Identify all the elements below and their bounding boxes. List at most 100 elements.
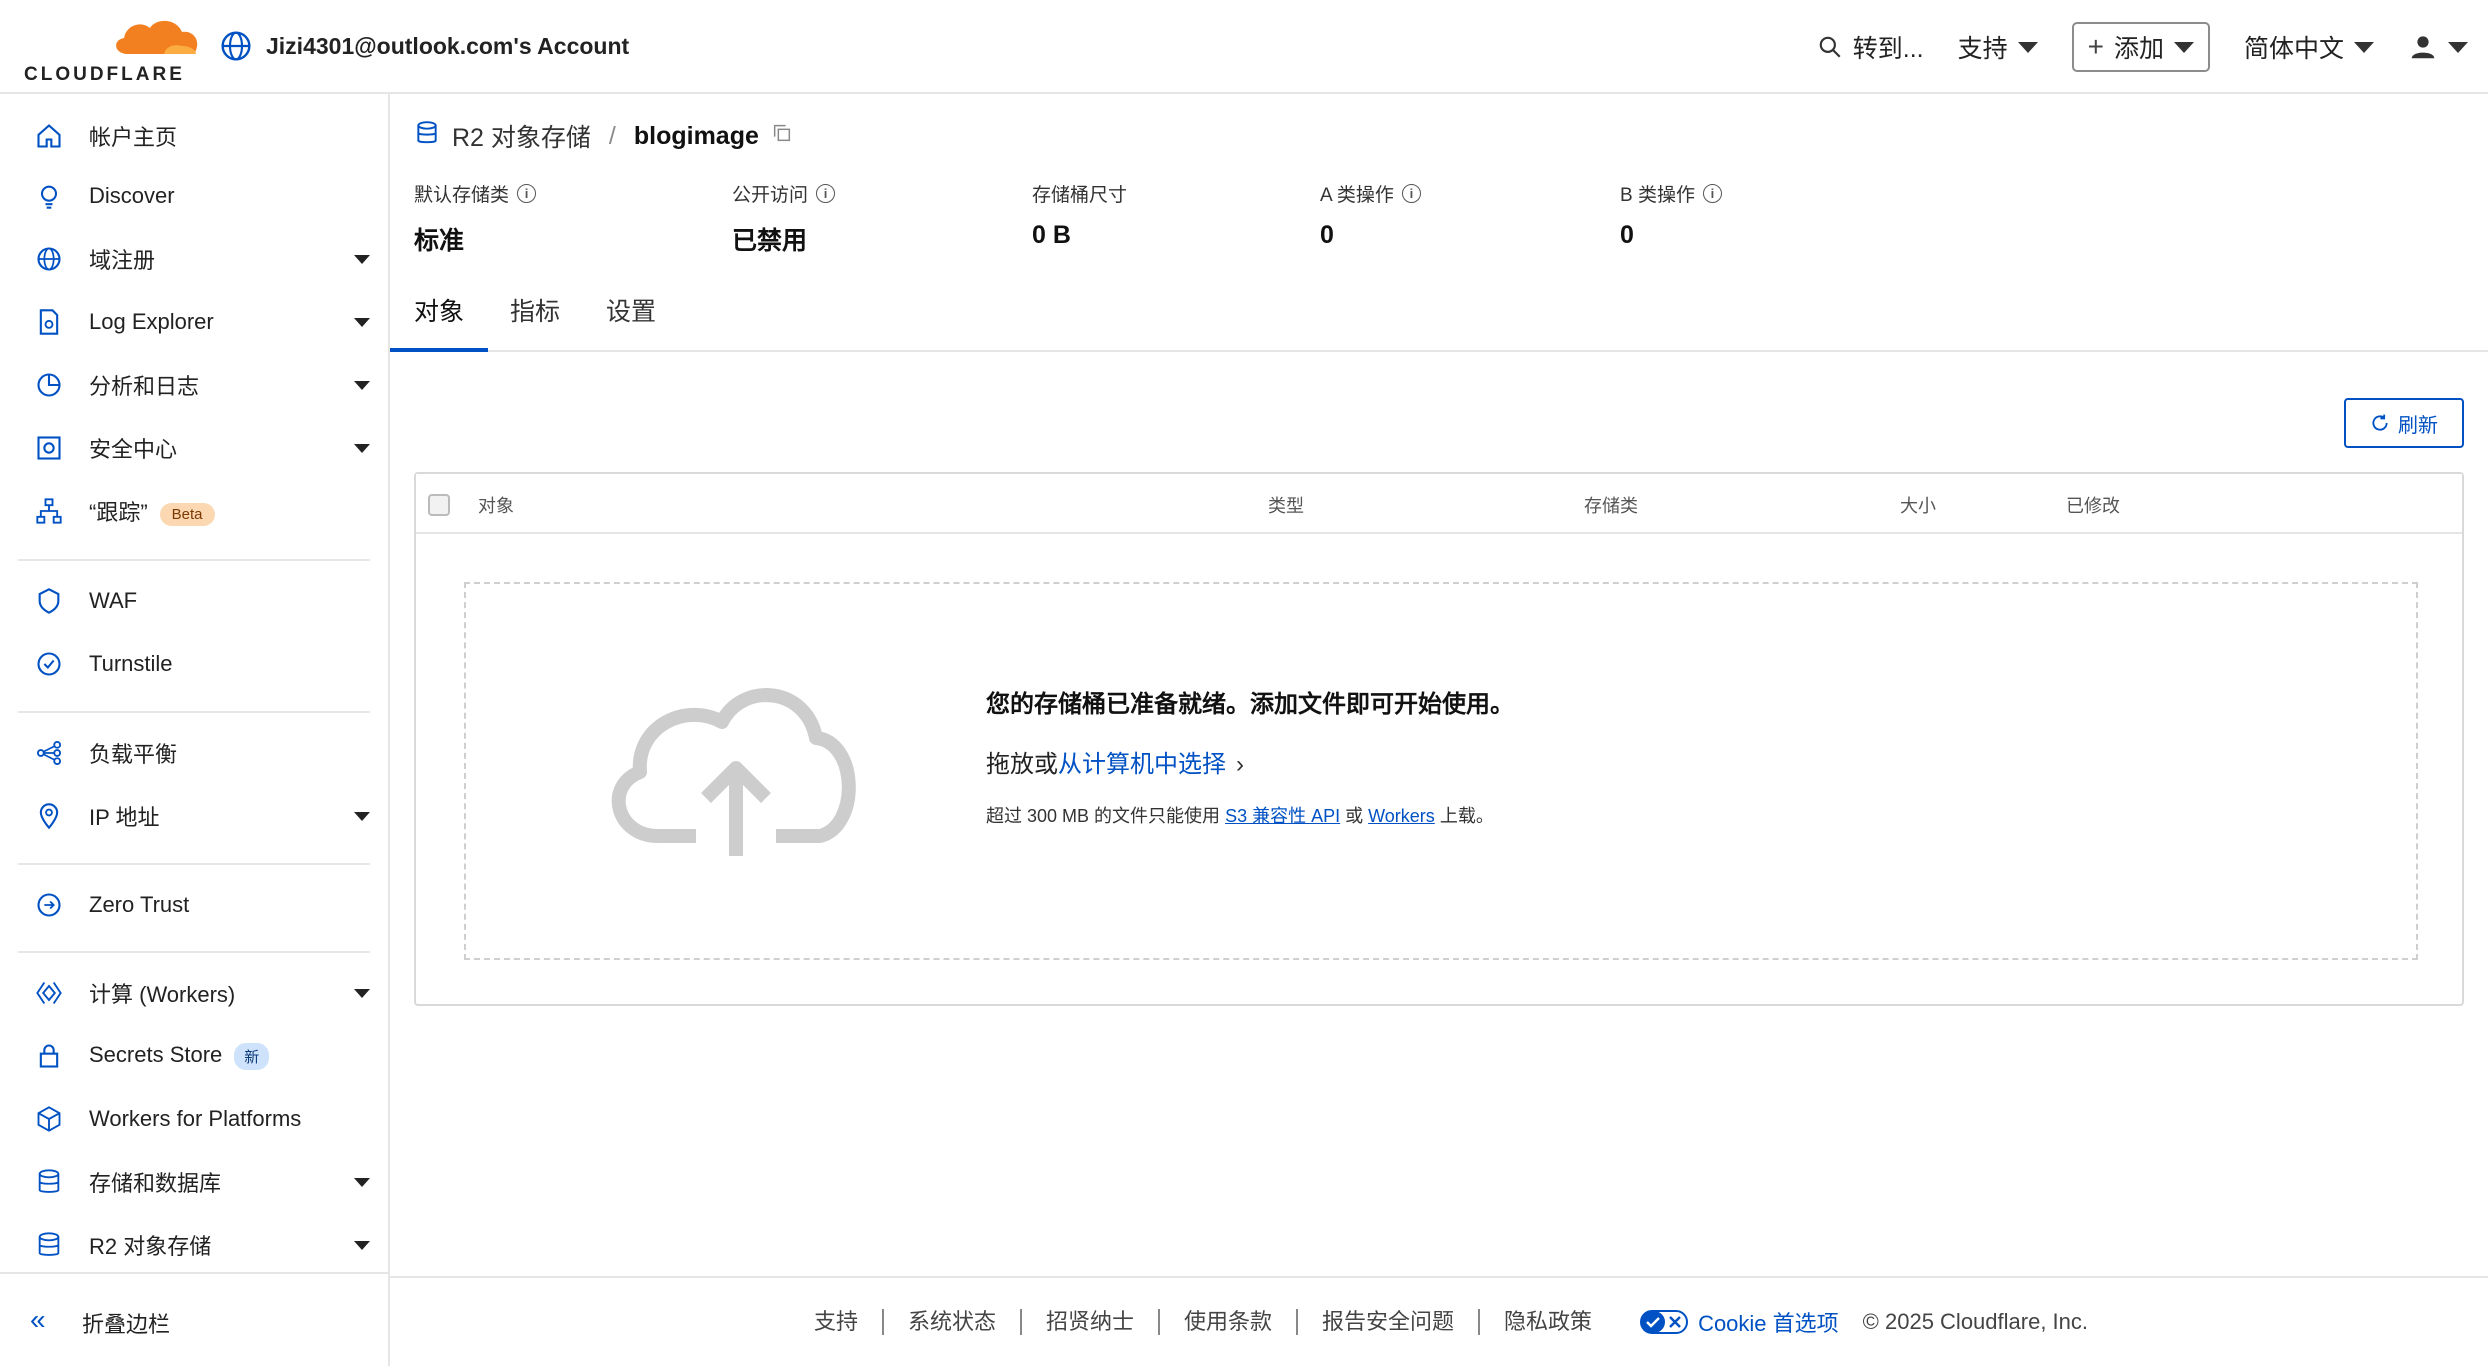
turnstile-icon: [34, 649, 64, 679]
sidebar-item-label-wrap: Secrets Store 新: [89, 1042, 270, 1070]
top-header: CLOUDFLARE Jizi4301@outlook.com's Accoun…: [0, 0, 2488, 94]
account-name: Jizi4301@outlook.com's Account: [266, 32, 630, 59]
sidebar-item-analytics[interactable]: 分析和日志: [0, 355, 390, 415]
tab-objects[interactable]: 对象: [390, 292, 489, 352]
info-icon[interactable]: i: [816, 184, 836, 203]
sidebar-item-zero-trust[interactable]: Zero Trust: [0, 875, 390, 935]
empty-state-drag-text: 拖放或从计算机中选择 ›: [986, 744, 1244, 779]
chevron-down-icon: [2448, 41, 2468, 53]
sidebar-item-load-balancing[interactable]: 负载平衡: [0, 723, 390, 783]
sidebar-item-discover[interactable]: Discover: [0, 166, 390, 226]
account-switcher[interactable]: Jizi4301@outlook.com's Account: [220, 30, 629, 62]
sidebar-item-secrets-store[interactable]: Secrets Store 新: [0, 1026, 390, 1086]
sidebar-item-log-explorer[interactable]: Log Explorer: [0, 292, 390, 352]
goto-search[interactable]: 转到...: [1817, 22, 1924, 72]
stat-label: 公开访问: [732, 185, 809, 206]
upload-drop-zone[interactable]: 您的存储桶已准备就绪。添加文件即可开始使用。 拖放或从计算机中选择 › 超过 30…: [464, 582, 2418, 960]
column-header-storage-class[interactable]: 存储类: [1584, 492, 1638, 518]
language-menu[interactable]: 简体中文: [2244, 22, 2374, 72]
beta-badge: Beta: [159, 502, 215, 526]
stat-value: 0: [1320, 221, 1334, 249]
sidebar-item-trace[interactable]: “跟踪” Beta: [0, 481, 390, 541]
footer-link-terms[interactable]: 使用条款: [1160, 1309, 1299, 1335]
stat-bucket-size: 存储桶尺寸 0 B: [1032, 180, 1127, 250]
pie-chart-icon: [34, 370, 64, 400]
tab-metrics[interactable]: 指标: [486, 292, 584, 352]
support-menu[interactable]: 支持: [1958, 22, 2038, 72]
chevron-down-icon: [2017, 41, 2038, 53]
copy-icon[interactable]: [771, 122, 793, 151]
column-header-object[interactable]: 对象: [478, 492, 514, 518]
breadcrumb-parent-link[interactable]: R2 对象存储: [452, 118, 591, 154]
column-header-size[interactable]: 大小: [1900, 492, 1936, 518]
chevron-down-icon: [354, 444, 370, 453]
info-icon[interactable]: i: [1702, 184, 1722, 203]
cloudflare-logo[interactable]: CLOUDFLARE: [24, 16, 198, 85]
sidebar-divider: [18, 559, 370, 561]
sidebar-item-ip-addresses[interactable]: IP 地址: [0, 786, 390, 846]
s3-api-link[interactable]: S3 兼容性 API: [1225, 806, 1340, 826]
sidebar-item-label: Turnstile: [89, 651, 173, 676]
chevron-down-icon: [2354, 41, 2374, 53]
document-search-icon: [34, 307, 64, 337]
sidebar-item-turnstile[interactable]: Turnstile: [0, 634, 390, 694]
bucket-stats: 默认存储类 i 标准 公开访问 i 已禁用 存储桶尺寸 0 B A 类操作 i 0 B…: [414, 180, 1914, 260]
stat-public-access: 公开访问 i 已禁用: [732, 180, 836, 257]
stat-label: B 类操作: [1620, 185, 1695, 206]
stat-value: 0 B: [1032, 221, 1071, 249]
sidebar-item-label: 分析和日志: [89, 374, 200, 399]
refresh-button[interactable]: 刷新: [2344, 398, 2464, 448]
sidebar-item-security-center[interactable]: 安全中心: [0, 418, 390, 478]
sidebar-item-label: WAF: [89, 588, 138, 613]
location-pin-icon: [34, 801, 64, 831]
sidebar-item-workers-for-platforms[interactable]: Workers for Platforms: [0, 1089, 390, 1149]
new-badge: 新: [234, 1042, 270, 1070]
sidebar-item-label: 存储和数据库: [89, 1171, 222, 1196]
workers-link[interactable]: Workers: [1368, 806, 1435, 826]
sidebar-item-label: 安全中心: [89, 437, 178, 462]
choose-from-computer-link[interactable]: 从计算机中选择: [1058, 751, 1226, 778]
add-label: 添加: [2113, 35, 2164, 63]
collapse-sidebar-button[interactable]: « 折叠边栏: [0, 1272, 390, 1366]
sidebar-item-compute-workers[interactable]: 计算 (Workers): [0, 963, 390, 1023]
user-menu[interactable]: [2408, 22, 2468, 72]
sidebar-divider: [18, 711, 370, 713]
column-header-modified[interactable]: 已修改: [2066, 492, 2120, 518]
sidebar-item-label: 域注册: [89, 248, 156, 273]
info-icon[interactable]: i: [517, 184, 537, 203]
add-button[interactable]: + 添加: [2071, 22, 2210, 72]
stat-class-a-operations: A 类操作 i 0: [1320, 180, 1421, 250]
globe-icon: [34, 244, 64, 274]
note-prefix: 超过 300 MB 的文件只能使用: [986, 806, 1221, 826]
chevron-down-icon: [354, 1178, 370, 1187]
sidebar-item-domain-registration[interactable]: 域注册: [0, 229, 390, 289]
column-header-type[interactable]: 类型: [1268, 492, 1304, 518]
footer-link-support[interactable]: 支持: [790, 1309, 884, 1335]
info-icon[interactable]: i: [1401, 184, 1421, 203]
sidebar-item-home[interactable]: 帐户主页: [0, 106, 390, 166]
search-icon: [1819, 36, 1841, 58]
chevron-down-icon: [2173, 41, 2194, 53]
user-icon: [2411, 36, 2435, 59]
sidebar-item-waf[interactable]: WAF: [0, 571, 390, 631]
tab-bar: 对象 指标 设置: [390, 292, 2488, 352]
sidebar-item-label: R2 对象存储: [89, 1234, 212, 1259]
workers-icon: [34, 978, 64, 1008]
select-all-checkbox[interactable]: [428, 494, 450, 516]
footer-link-careers[interactable]: 招贤纳士: [1022, 1309, 1161, 1335]
sidebar-item-label: 帐户主页: [89, 125, 178, 150]
copyright: © 2025 Cloudflare, Inc.: [1862, 1309, 2089, 1334]
cookie-preferences-link[interactable]: Cookie 首选项: [1616, 1306, 1863, 1338]
brand-wordmark: CLOUDFLARE: [24, 64, 185, 85]
sidebar-item-r2-storage[interactable]: R2 对象存储: [0, 1215, 390, 1275]
sidebar-item-storage-databases[interactable]: 存储和数据库: [0, 1152, 390, 1212]
table-header: 对象 类型 存储类 大小 已修改: [416, 474, 2462, 534]
privacy-toggle-icon: [1640, 1310, 1689, 1334]
footer-link-report-security[interactable]: 报告安全问题: [1298, 1309, 1481, 1335]
footer-link-system-status[interactable]: 系统状态: [884, 1309, 1022, 1335]
tab-settings[interactable]: 设置: [582, 292, 680, 352]
drag-text: 拖放或: [986, 751, 1058, 778]
database-icon: [34, 1167, 64, 1197]
footer-link-privacy[interactable]: 隐私政策: [1480, 1309, 1616, 1335]
chevron-down-icon: [354, 812, 370, 821]
